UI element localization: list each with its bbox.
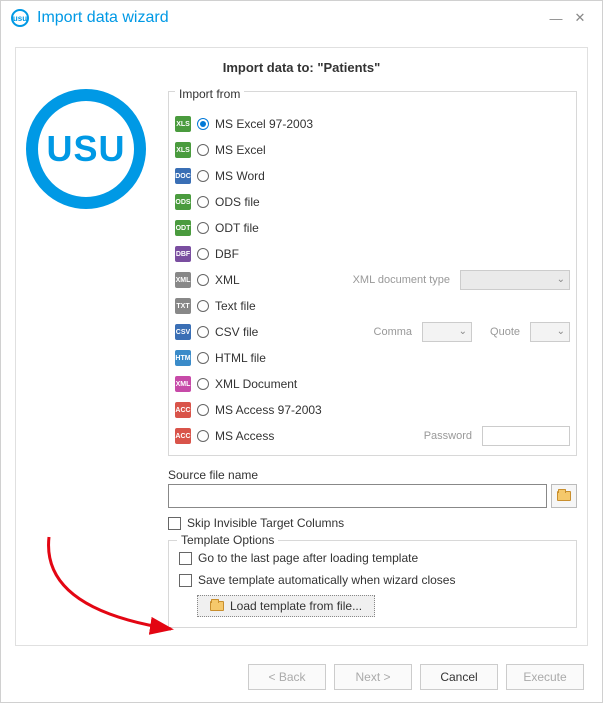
window-title: Import data wizard: [37, 9, 544, 27]
source-file-label: Source file name: [168, 468, 577, 482]
content-panel: Import data to: "Patients" USU Import fr…: [15, 47, 588, 646]
import-option-label: MS Access 97-2003: [215, 403, 322, 417]
import-option-label: MS Access: [215, 429, 274, 443]
import-option-row: ODS ODS file: [175, 189, 570, 215]
import-from-label: Import from: [175, 87, 244, 101]
import-option-row: CSV CSV file Comma ⌄ Quote ⌄: [175, 319, 570, 345]
file-type-icon: ACC: [175, 428, 191, 444]
skip-invisible-label: Skip Invisible Target Columns: [187, 516, 344, 530]
comma-label: Comma: [374, 326, 413, 338]
footer-buttons: < Back Next > Cancel Execute: [1, 664, 602, 690]
import-option-radio[interactable]: [197, 404, 209, 416]
file-type-icon: DBF: [175, 246, 191, 262]
import-option-label: MS Excel: [215, 143, 266, 157]
file-type-icon: XML: [175, 376, 191, 392]
skip-invisible-checkbox[interactable]: [168, 517, 181, 530]
import-option-row: DBF DBF: [175, 241, 570, 267]
import-option-radio[interactable]: [197, 144, 209, 156]
import-option-row: ODT ODT file: [175, 215, 570, 241]
browse-button[interactable]: [551, 484, 577, 508]
save-auto-label: Save template automatically when wizard …: [198, 573, 455, 587]
xml-doc-type-combo[interactable]: ⌄: [460, 270, 570, 290]
minimize-button[interactable]: —: [544, 6, 568, 30]
import-option-label: CSV file: [215, 325, 258, 339]
import-option-radio[interactable]: [197, 430, 209, 442]
close-button[interactable]: ✕: [568, 6, 592, 30]
import-option-row: DOC MS Word: [175, 163, 570, 189]
file-type-icon: XML: [175, 272, 191, 288]
file-type-icon: DOC: [175, 168, 191, 184]
file-type-icon: XLS: [175, 142, 191, 158]
import-option-row: XML XML XML document type ⌄: [175, 267, 570, 293]
file-type-icon: XLS: [175, 116, 191, 132]
import-option-radio[interactable]: [197, 248, 209, 260]
import-option-row: HTM HTML file: [175, 345, 570, 371]
template-options-label: Template Options: [177, 533, 278, 547]
import-option-row: XLS MS Excel 97-2003: [175, 111, 570, 137]
import-option-label: ODT file: [215, 221, 259, 235]
password-input[interactable]: [482, 426, 570, 446]
import-option-label: XML Document: [215, 377, 297, 391]
import-option-radio[interactable]: [197, 378, 209, 390]
import-option-label: MS Word: [215, 169, 265, 183]
import-option-radio[interactable]: [197, 170, 209, 182]
file-type-icon: HTM: [175, 350, 191, 366]
save-auto-checkbox[interactable]: [179, 574, 192, 587]
import-option-label: HTML file: [215, 351, 266, 365]
import-option-label: Text file: [215, 299, 256, 313]
source-file-input[interactable]: [168, 484, 547, 508]
next-button[interactable]: Next >: [334, 664, 412, 690]
import-option-label: MS Excel 97-2003: [215, 117, 313, 131]
goto-last-page-label: Go to the last page after loading templa…: [198, 551, 418, 565]
goto-last-page-checkbox[interactable]: [179, 552, 192, 565]
file-type-icon: ODT: [175, 220, 191, 236]
import-option-label: DBF: [215, 247, 239, 261]
cancel-button[interactable]: Cancel: [420, 664, 498, 690]
app-icon: usu: [11, 9, 29, 27]
load-template-button[interactable]: Load template from file...: [197, 595, 375, 617]
import-option-row: XLS MS Excel: [175, 137, 570, 163]
page-heading: Import data to: "Patients": [26, 56, 577, 83]
folder-open-icon: [557, 491, 571, 501]
comma-combo[interactable]: ⌄: [422, 322, 472, 342]
import-option-row: ACC MS Access 97-2003: [175, 397, 570, 423]
quote-label: Quote: [490, 326, 520, 338]
password-label: Password: [424, 430, 472, 442]
execute-button[interactable]: Execute: [506, 664, 584, 690]
file-type-icon: TXT: [175, 298, 191, 314]
file-type-icon: CSV: [175, 324, 191, 340]
import-option-radio[interactable]: [197, 352, 209, 364]
import-option-row: ACC MS Access Password: [175, 423, 570, 449]
template-options-group: Template Options Go to the last page aft…: [168, 540, 577, 628]
import-option-radio[interactable]: [197, 118, 209, 130]
import-option-label: XML: [215, 273, 240, 287]
back-button[interactable]: < Back: [248, 664, 326, 690]
import-option-label: ODS file: [215, 195, 260, 209]
import-option-radio[interactable]: [197, 300, 209, 312]
file-type-icon: ACC: [175, 402, 191, 418]
import-option-radio[interactable]: [197, 222, 209, 234]
import-option-row: XML XML Document: [175, 371, 570, 397]
import-option-radio[interactable]: [197, 274, 209, 286]
file-type-icon: ODS: [175, 194, 191, 210]
titlebar: usu Import data wizard — ✕: [1, 1, 602, 35]
xml-doc-type-label: XML document type: [353, 274, 450, 286]
folder-open-icon: [210, 601, 224, 611]
usu-logo: USU: [26, 89, 146, 209]
import-option-radio[interactable]: [197, 326, 209, 338]
import-option-row: TXT Text file: [175, 293, 570, 319]
quote-combo[interactable]: ⌄: [530, 322, 570, 342]
import-option-radio[interactable]: [197, 196, 209, 208]
